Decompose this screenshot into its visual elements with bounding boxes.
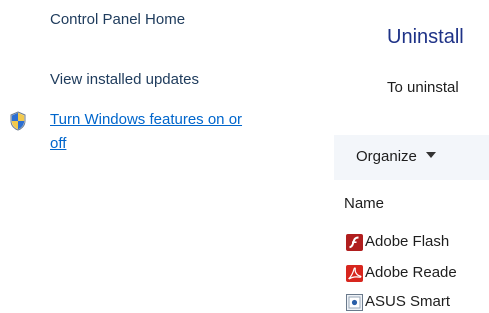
table-row[interactable]: ASUS Smart (346, 291, 489, 313)
chevron-down-icon (425, 152, 436, 158)
organize-menu-button[interactable]: Organize (356, 148, 436, 165)
program-name: Adobe Reade (365, 264, 457, 281)
windows-features-link-continued[interactable]: off (50, 134, 66, 154)
column-header-bar: Name (334, 180, 489, 220)
pdf-icon (346, 265, 363, 282)
program-name: Adobe Flash (365, 233, 450, 250)
page-title: Uninstall (387, 26, 464, 48)
page-subtitle: To uninstal (387, 79, 459, 96)
control-panel-home-link[interactable]: Control Panel Home (50, 10, 185, 30)
asus-icon (346, 294, 363, 311)
table-row[interactable]: Adobe Reade (346, 262, 489, 284)
table-row[interactable]: Adobe Flash (346, 231, 489, 253)
program-name: ASUS Smart (365, 293, 451, 310)
view-installed-updates-link[interactable]: View installed updates (50, 70, 199, 90)
uac-shield-icon (10, 111, 26, 131)
organize-label: Organize (356, 148, 417, 165)
name-column-header[interactable]: Name (344, 195, 384, 212)
windows-features-link[interactable]: Turn Windows features on or (50, 110, 242, 130)
flash-icon (346, 234, 363, 251)
command-bar: Organize (334, 135, 489, 180)
